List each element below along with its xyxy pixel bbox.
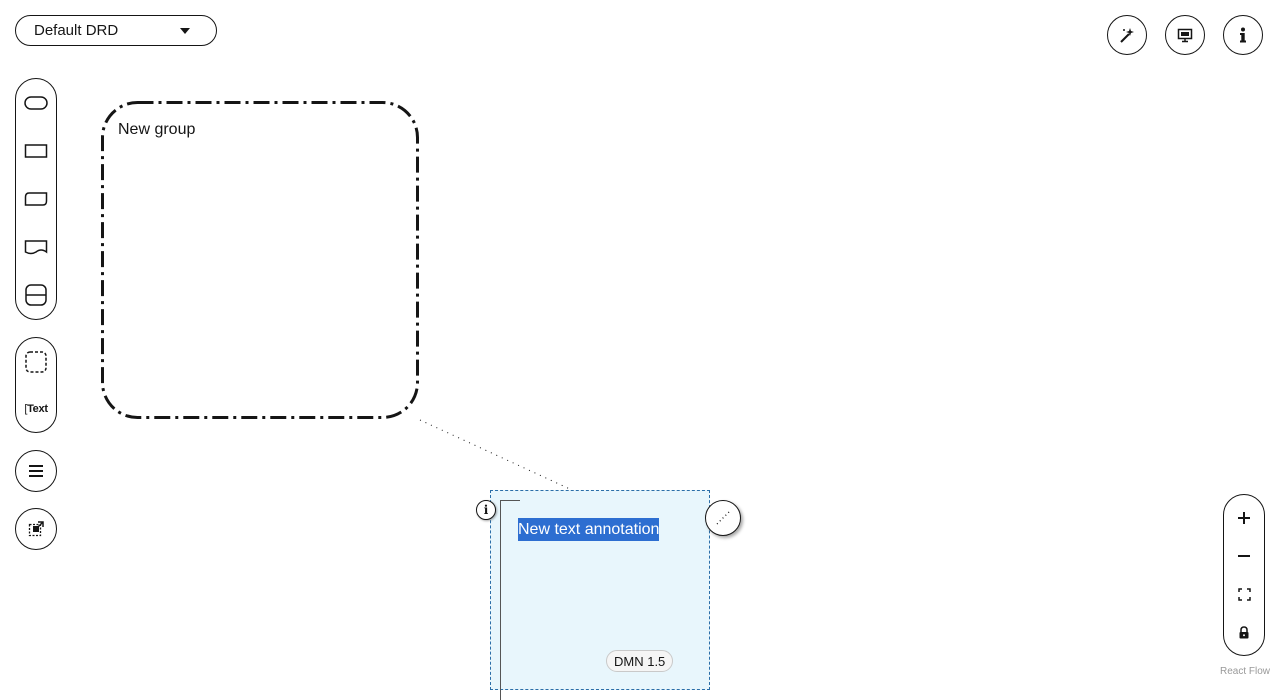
magic-wand-icon [1120,28,1134,43]
text-annotation-tool-label: [Text [24,402,48,415]
drd-selector[interactable]: Default DRD [15,15,217,46]
external-link-icon [28,521,44,537]
fit-view-icon [1237,587,1251,601]
external-nodes-button[interactable] [15,508,57,550]
resize-corner-icon [716,511,730,525]
group-node[interactable]: New group [101,101,419,419]
text-annotation-node[interactable]: New text annotation [490,490,710,700]
overlays-button[interactable] [1165,15,1205,55]
add-bkm-tool[interactable] [16,175,56,223]
zoom-in-button[interactable] [1224,500,1264,536]
drg-menu-button[interactable] [15,450,57,492]
zoom-controls [1223,494,1265,656]
group-shape-icon [25,350,47,373]
annotation-bracket [500,500,520,700]
fit-view-button[interactable] [1224,576,1264,612]
react-flow-attribution[interactable]: React Flow [1220,666,1270,677]
lock-icon [1239,625,1249,638]
node-info-button[interactable]: i [476,500,496,520]
resize-handle[interactable] [705,500,741,536]
add-input-data-tool[interactable] [16,127,56,175]
toggle-interactivity-button[interactable] [1224,614,1264,650]
info-icon: i [483,503,489,517]
auto-layout-button[interactable] [1107,15,1147,55]
artifact-palette: [Text [15,337,57,433]
properties-panel-button[interactable] [1223,15,1263,55]
add-knowledge-source-tool[interactable] [16,223,56,271]
text-annotation-editor[interactable]: New text annotation [518,518,660,541]
zoom-in-icon [1238,512,1250,524]
zoom-out-button[interactable] [1224,538,1264,574]
drd-selector-label: Default DRD [34,22,119,39]
add-group-tool[interactable] [16,338,56,385]
overlays-icon [1177,28,1193,43]
caret-down-icon [180,27,190,34]
add-decision-service-tool[interactable] [16,271,56,319]
add-text-annotation-tool[interactable]: [Text [16,385,56,432]
group-label: New group [118,121,196,138]
node-palette [15,78,57,320]
input-data-shape-icon [24,144,48,158]
knowledge-source-shape-icon [24,240,48,255]
info-icon [1240,27,1246,43]
group-border [101,101,419,419]
hamburger-menu-icon [29,465,43,477]
bkm-shape-icon [24,192,48,206]
decision-shape-icon [24,96,48,110]
zoom-out-icon [1238,555,1250,557]
add-decision-tool[interactable] [16,79,56,127]
decision-service-shape-icon [25,284,47,306]
dmn-version-badge: DMN 1.5 [606,650,674,672]
